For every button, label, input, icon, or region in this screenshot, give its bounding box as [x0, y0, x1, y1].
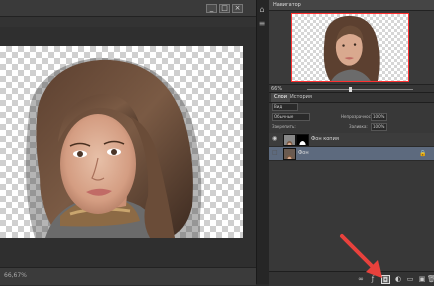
- blend-row: Обычные Непрозрачность: 100%: [269, 113, 434, 121]
- layer-name: Фон копия: [311, 136, 339, 142]
- history-icon[interactable]: ⌂: [258, 6, 266, 14]
- trash-icon[interactable]: 🗑: [427, 275, 434, 283]
- lock-icon: 🔒: [419, 150, 427, 157]
- layer-name: Фон: [298, 150, 309, 156]
- tab-history[interactable]: История: [287, 93, 315, 102]
- lock-label: Закрепить:: [272, 124, 296, 129]
- document-tab-strip: [0, 17, 256, 27]
- lock-row: Закрепить: Заливка: 100%: [269, 123, 434, 131]
- annotation-arrow: [340, 234, 382, 278]
- new-layer-icon[interactable]: ▣: [418, 275, 426, 283]
- blend-mode-select[interactable]: Обычные: [272, 113, 310, 121]
- filter-row: Вид: [269, 103, 434, 111]
- zoom-slider[interactable]: [307, 89, 413, 90]
- navigator-title: Навигатор: [273, 2, 301, 8]
- layer-row-background-copy[interactable]: ◉ Фон копия: [269, 133, 434, 147]
- status-bar: 66,67%: [0, 267, 256, 285]
- layer-mask-thumbnail[interactable]: [296, 134, 309, 146]
- layer-thumbnail: [283, 134, 296, 146]
- eye-icon[interactable]: ◉: [272, 136, 279, 142]
- group-icon[interactable]: ▭: [406, 275, 414, 283]
- layers-tabbar: Слои История: [269, 93, 434, 103]
- maximize-button[interactable]: □: [219, 4, 230, 13]
- panel-dock-strip: [256, 0, 270, 284]
- document-canvas[interactable]: [0, 46, 243, 238]
- opacity-field[interactable]: 100%: [371, 113, 387, 121]
- minimize-button[interactable]: _: [206, 4, 217, 13]
- close-button[interactable]: ×: [232, 4, 243, 13]
- properties-icon[interactable]: ≡: [258, 20, 266, 28]
- navigator-panel: Навигатор: [269, 0, 434, 84]
- zoom-status: 66,67%: [4, 272, 27, 279]
- navigator-header: Навигатор: [269, 0, 434, 11]
- kind-filter-select[interactable]: Вид: [272, 103, 298, 111]
- document-titlebar: _ □ ×: [0, 0, 256, 17]
- navigator-preview[interactable]: [291, 13, 409, 82]
- fill-label: Заливка:: [349, 124, 368, 129]
- layer-row-background[interactable]: □ Фон 🔒: [269, 147, 434, 161]
- fill-field[interactable]: 100%: [371, 123, 387, 131]
- portrait-image: [26, 57, 202, 238]
- layer-thumbnail: [283, 148, 296, 160]
- navigator-thumbnail-image: [323, 15, 380, 81]
- visibility-toggle[interactable]: □: [272, 150, 279, 156]
